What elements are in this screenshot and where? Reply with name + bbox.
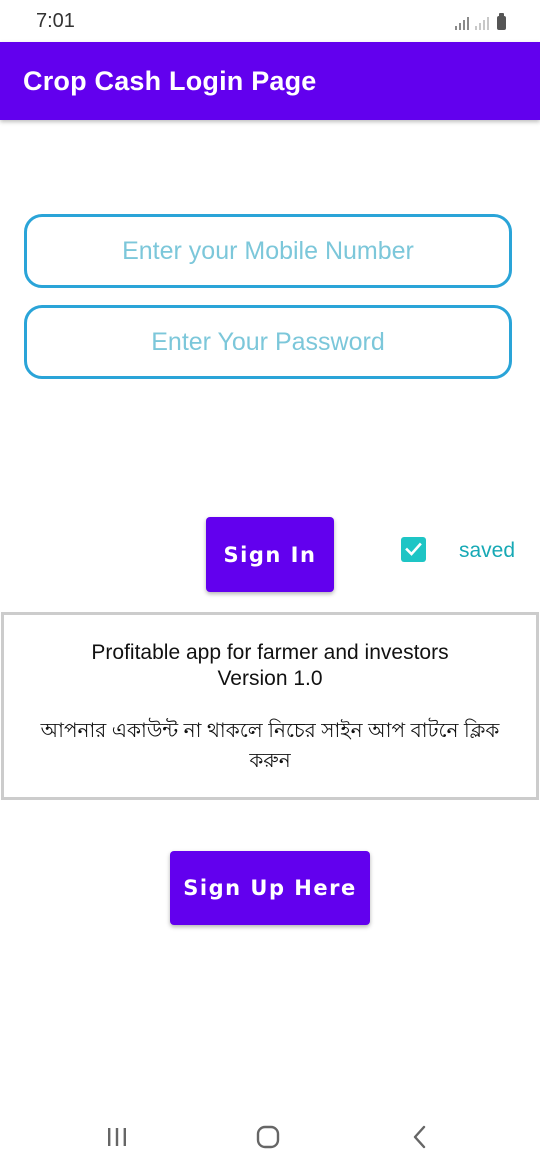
sign-in-button[interactable]: Sign In <box>206 517 334 592</box>
password-input[interactable] <box>27 308 509 376</box>
login-screen: 7:01 Crop Cash Login Page Sign In saved … <box>0 0 540 1170</box>
status-bar: 7:01 <box>0 0 540 42</box>
app-version: Version 1.0 <box>217 667 323 690</box>
signup-instruction: আপনার একাউন্ট না থাকলে নিচের সাইন আপ বাট… <box>40 720 500 772</box>
saved-checkbox-label[interactable]: saved <box>459 539 515 563</box>
sign-up-button[interactable]: Sign Up Here <box>170 851 370 925</box>
app-bar: Crop Cash Login Page <box>0 42 540 120</box>
signal-icon <box>455 14 469 30</box>
saved-checkbox[interactable] <box>401 537 426 562</box>
status-time: 7:01 <box>36 10 75 32</box>
info-box: Profitable app for farmer and investors … <box>1 612 539 800</box>
recent-apps-icon[interactable] <box>102 1122 132 1152</box>
back-icon[interactable] <box>405 1122 435 1152</box>
navigation-bar <box>0 1100 540 1170</box>
mobile-number-input[interactable] <box>27 217 509 285</box>
password-field[interactable] <box>24 305 512 379</box>
battery-icon <box>497 13 506 30</box>
status-icons <box>455 12 506 30</box>
home-icon[interactable] <box>253 1122 283 1152</box>
signal-icon-secondary <box>475 14 489 30</box>
mobile-number-field[interactable] <box>24 214 512 288</box>
check-icon <box>405 542 422 556</box>
app-description: Profitable app for farmer and investors <box>91 641 449 664</box>
page-title: Crop Cash Login Page <box>23 66 317 96</box>
